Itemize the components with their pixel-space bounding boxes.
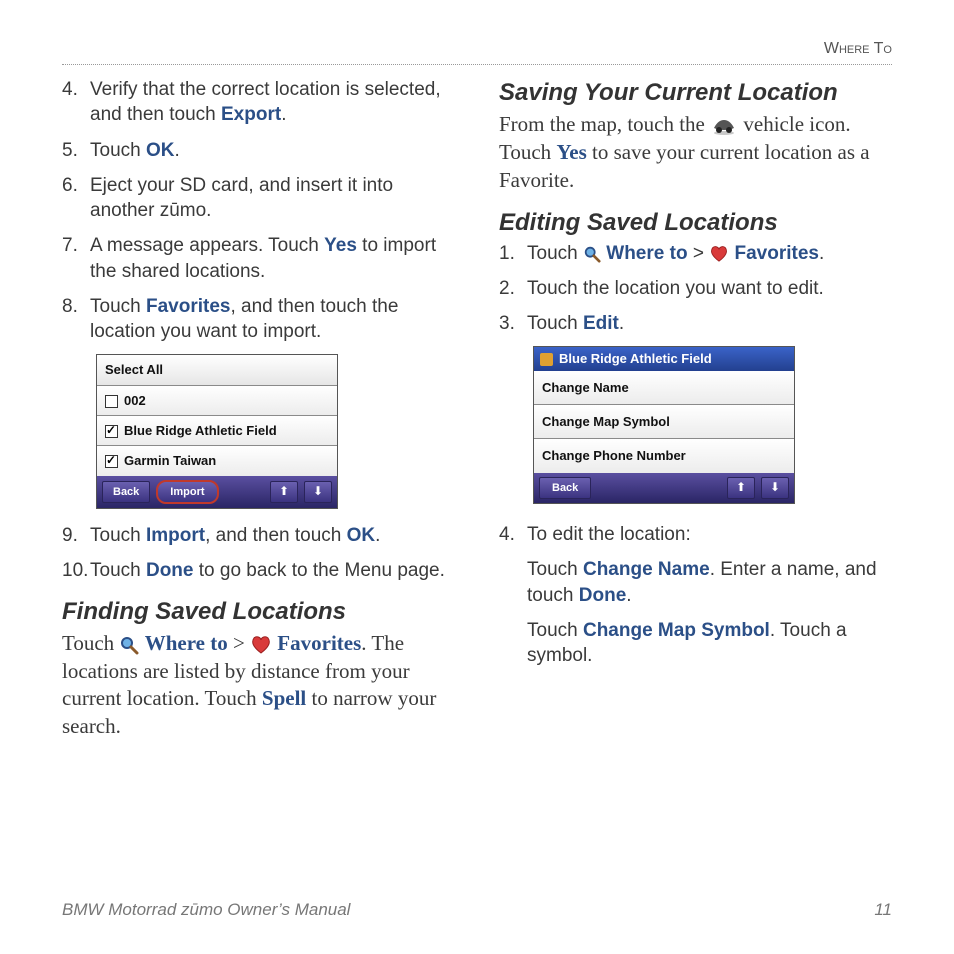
keyword-edit: Edit — [583, 313, 619, 334]
list-row: Blue Ridge Athletic Field — [97, 416, 337, 446]
substep-text: Touch Change Map Symbol. Touch a symbol. — [527, 618, 892, 669]
dialog-title: Blue Ridge Athletic Field — [534, 347, 794, 370]
step-number: 4. — [62, 77, 90, 128]
location-pin-icon — [540, 353, 553, 366]
keyword-yes: Yes — [556, 140, 586, 164]
keyword-import: Import — [146, 525, 205, 546]
dialog-toolbar: Back ⬆ ⬇ — [534, 473, 794, 504]
import-dialog-illustration: Select All 002 Blue Ridge Athletic Field… — [96, 354, 338, 509]
step-number: 10. — [62, 558, 90, 583]
option-change-map-symbol: Change Map Symbol — [534, 405, 794, 439]
right-column: Saving Your Current Location From the ma… — [499, 77, 892, 741]
step-text: Touch OK. — [90, 138, 455, 163]
dialog-toolbar: Back Import ⬆ ⬇ — [97, 476, 337, 509]
saving-paragraph: From the map, touch the vehicle icon. To… — [499, 111, 892, 195]
step-number: 7. — [62, 233, 90, 284]
keyword-export: Export — [221, 104, 281, 125]
section-header: Where To — [62, 40, 892, 65]
page-number: 11 — [874, 900, 892, 920]
step-text: Touch Import, and then touch OK. — [90, 523, 455, 548]
step-list-left-a: 4. Verify that the correct location is s… — [62, 77, 455, 344]
step-text: A message appears. Touch Yes to import t… — [90, 233, 455, 284]
step-text: Touch Favorites, and then touch the loca… — [90, 294, 455, 345]
keyword-favorites: Favorites — [277, 631, 361, 655]
arrow-down-icon: ⬇ — [761, 477, 789, 499]
list-row: Garmin Taiwan — [97, 446, 337, 475]
step-text: Touch Done to go back to the Menu page. — [90, 558, 455, 583]
heart-icon — [250, 635, 272, 655]
list-row: 002 — [97, 386, 337, 416]
keyword-favorites: Favorites — [146, 296, 230, 317]
left-column: 4. Verify that the correct location is s… — [62, 77, 455, 741]
step-number: 1. — [499, 241, 527, 266]
edit-dialog-illustration: Blue Ridge Athletic Field Change Name Ch… — [533, 346, 795, 504]
step-text: Eject your SD card, and insert it into a… — [90, 173, 455, 224]
magnifier-icon — [583, 245, 601, 263]
keyword-spell: Spell — [262, 686, 306, 710]
keyword-done: Done — [579, 585, 627, 606]
step-text: To edit the location: — [527, 522, 892, 547]
option-change-name: Change Name — [534, 371, 794, 405]
subheading-editing: Editing Saved Locations — [499, 207, 892, 239]
step-number: 8. — [62, 294, 90, 345]
back-button: Back — [539, 477, 591, 500]
magnifier-icon — [119, 635, 139, 655]
keyword-where-to: Where to — [145, 631, 228, 655]
keyword-favorites: Favorites — [734, 243, 818, 264]
select-all-row: Select All — [97, 355, 337, 385]
keyword-done: Done — [146, 560, 194, 581]
step-list-right-b: 4. To edit the location: — [499, 522, 892, 547]
step-text: Touch Edit. — [527, 311, 892, 336]
arrow-up-icon: ⬆ — [270, 481, 298, 503]
footer-left: BMW Motorrad zūmo Owner’s Manual — [62, 900, 350, 920]
keyword-change-name: Change Name — [583, 559, 710, 580]
subheading-saving: Saving Your Current Location — [499, 77, 892, 109]
keyword-change-map-symbol: Change Map Symbol — [583, 620, 770, 641]
step-number: 9. — [62, 523, 90, 548]
step-list-right: 1. Touch Where to > Favorites. 2. Touch … — [499, 241, 892, 337]
finding-paragraph: Touch Where to > Favorites. The location… — [62, 630, 455, 742]
checkbox-icon — [105, 395, 118, 408]
vehicle-icon — [710, 116, 738, 136]
keyword-where-to: Where to — [606, 243, 687, 264]
step-number: 2. — [499, 276, 527, 301]
step-list-left-b: 9. Touch Import, and then touch OK. 10. … — [62, 523, 455, 584]
step-number: 4. — [499, 522, 527, 547]
option-change-phone-number: Change Phone Number — [534, 439, 794, 472]
keyword-ok: OK — [347, 525, 376, 546]
import-button: Import — [156, 480, 218, 505]
arrow-up-icon: ⬆ — [727, 477, 755, 499]
step-text: Touch Where to > Favorites. — [527, 241, 892, 266]
step-text: Touch the location you want to edit. — [527, 276, 892, 301]
step-text: Verify that the correct location is sele… — [90, 77, 455, 128]
arrow-down-icon: ⬇ — [304, 481, 332, 503]
subheading-finding: Finding Saved Locations — [62, 596, 455, 628]
heart-icon — [709, 245, 729, 263]
checkbox-checked-icon — [105, 425, 118, 438]
step-number: 3. — [499, 311, 527, 336]
checkbox-checked-icon — [105, 455, 118, 468]
keyword-ok: OK — [146, 140, 175, 161]
keyword-yes: Yes — [324, 235, 357, 256]
substep-text: Touch Change Name. Enter a name, and tou… — [527, 557, 892, 608]
step-number: 5. — [62, 138, 90, 163]
back-button: Back — [102, 481, 150, 504]
step-number: 6. — [62, 173, 90, 224]
